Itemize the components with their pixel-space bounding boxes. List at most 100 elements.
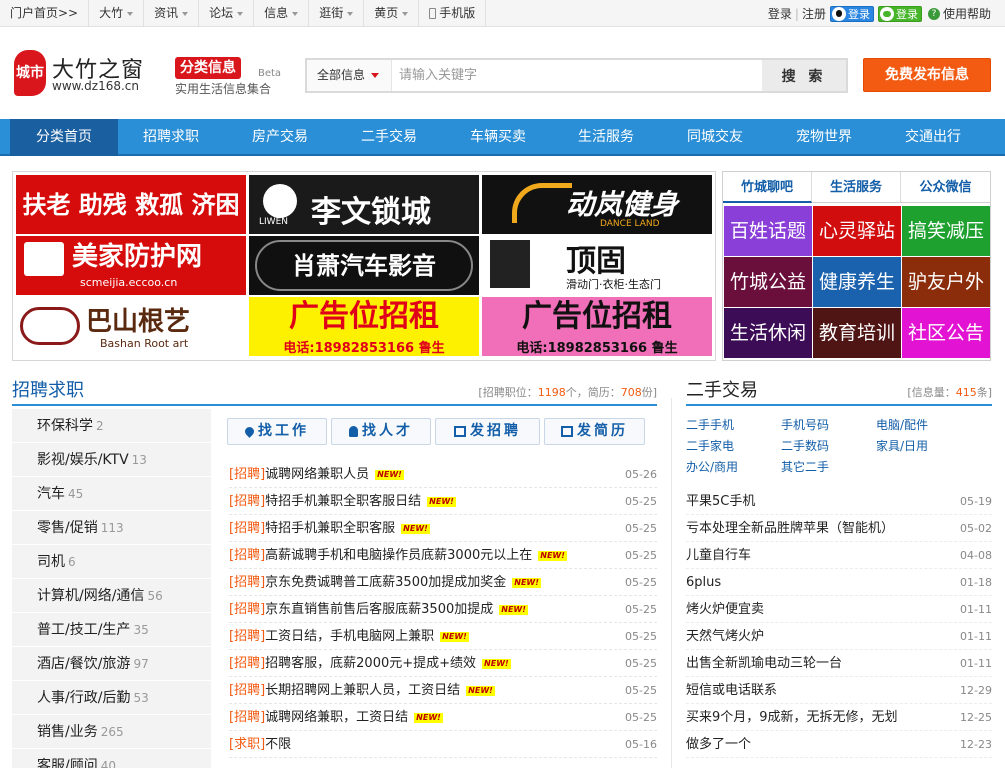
job-list-item[interactable]: [招聘]京东直销售前售后客服底薪3500加提成 NEW! 05-25 bbox=[229, 596, 657, 623]
secondhand-category-link[interactable]: 电脑/配件 bbox=[876, 416, 928, 433]
secondhand-category-link[interactable]: 其它二手 bbox=[781, 458, 829, 475]
job-list-item[interactable]: [招聘]诚聘网络兼职人员 NEW! 05-26 bbox=[229, 461, 657, 488]
post-job-button[interactable]: 发招聘 bbox=[435, 418, 540, 445]
ad-liwen-locks[interactable]: LIWEN 李文锁城 bbox=[249, 175, 479, 234]
ad-subtext: scmeijia.eccoo.cn bbox=[80, 276, 178, 289]
job-date: 05-25 bbox=[625, 684, 657, 697]
topnav-forum[interactable]: 论坛 bbox=[199, 0, 255, 27]
job-category[interactable]: 销售/业务 265 bbox=[12, 715, 211, 749]
help-link[interactable]: 使用帮助 bbox=[943, 5, 991, 22]
topnav-shopping[interactable]: 逛街 bbox=[309, 0, 365, 27]
nav-vehicles[interactable]: 车辆买卖 bbox=[444, 119, 552, 156]
job-category[interactable]: 计算机/网络/通信 56 bbox=[12, 579, 211, 613]
login-link[interactable]: 登录 bbox=[768, 5, 792, 22]
site-logo[interactable]: 城市 大竹之窗 www.dz168.cn bbox=[14, 50, 154, 98]
ad-text: 巴山根艺 bbox=[86, 307, 191, 337]
forum-funny[interactable]: 搞笑减压 bbox=[902, 206, 990, 256]
topnav-news[interactable]: 资讯 bbox=[144, 0, 200, 27]
forum-outdoor[interactable]: 驴友户外 bbox=[902, 257, 990, 307]
secondhand-category-link[interactable]: 家具/日用 bbox=[876, 437, 928, 454]
secondhand-list-item[interactable]: 亏本处理全新品胜牌苹果（智能机） 05-02 bbox=[686, 515, 992, 542]
job-list-item[interactable]: [招聘]诚聘网络兼职，工资日结 NEW! 05-25 bbox=[229, 704, 657, 731]
secondhand-category-link[interactable]: 二手手机 bbox=[686, 416, 734, 433]
secondhand-category-link[interactable]: 二手数码 bbox=[781, 437, 829, 454]
job-category[interactable]: 司机 6 bbox=[12, 545, 211, 579]
topnav-info[interactable]: 信息 bbox=[254, 0, 310, 27]
secondhand-list-item[interactable]: 出售全新凯瑜电动三轮一台 01-11 bbox=[686, 650, 992, 677]
ad-dance-land[interactable]: 动岚健身 DANCE LAND bbox=[482, 175, 712, 234]
secondhand-list-item[interactable]: 6plus 01-18 bbox=[686, 569, 992, 596]
nav-realestate[interactable]: 房产交易 bbox=[226, 119, 334, 156]
ad-charity[interactable]: 扶老 助残 救孤 济困 bbox=[16, 175, 246, 234]
post-resume-button[interactable]: 发简历 bbox=[544, 418, 645, 445]
nav-pets[interactable]: 宠物世界 bbox=[770, 119, 878, 156]
nav-dating[interactable]: 同城交友 bbox=[661, 119, 769, 156]
nav-jobs[interactable]: 招聘求职 bbox=[117, 119, 225, 156]
ad-bashan-root-art[interactable]: 巴山根艺 Bashan Root art bbox=[16, 297, 246, 356]
job-list-item[interactable]: [招聘]京东免费诚聘普工底薪3500加提成加奖金 NEW! 05-25 bbox=[229, 569, 657, 596]
register-link[interactable]: 注册 bbox=[802, 5, 826, 22]
tab-chat[interactable]: 竹城聊吧 bbox=[723, 172, 812, 203]
job-category[interactable]: 客服/顾问 40 bbox=[12, 749, 211, 768]
forum-health[interactable]: 健康养生 bbox=[813, 257, 901, 307]
secondhand-category-link[interactable]: 手机号码 bbox=[781, 416, 829, 433]
topnav-yellowpages[interactable]: 黄页 bbox=[364, 0, 420, 27]
find-job-button[interactable]: 找工作 bbox=[227, 418, 327, 445]
ad-rent-2[interactable]: 广告位招租 电话:18982853166 鲁生 bbox=[482, 297, 712, 356]
find-talent-button[interactable]: 找人才 bbox=[331, 418, 431, 445]
job-title: 长期招聘网上兼职人员，工资日结 bbox=[265, 683, 461, 698]
job-category[interactable]: 人事/行政/后勤 53 bbox=[12, 681, 211, 715]
job-category[interactable]: 汽车 45 bbox=[12, 477, 211, 511]
ad-dinggu[interactable]: 顶固 滑动门·衣柜·生态门 bbox=[482, 236, 712, 295]
secondhand-list-item[interactable]: 儿童自行车 04-08 bbox=[686, 542, 992, 569]
ad-xiaoxiao-audio[interactable]: 肖萧汽车影音 bbox=[249, 236, 479, 295]
nav-life-services[interactable]: 生活服务 bbox=[552, 119, 660, 156]
search-button[interactable]: 搜 索 bbox=[762, 60, 846, 91]
job-category[interactable]: 环保科学 2 bbox=[12, 409, 211, 443]
ad-meijia[interactable]: 美家防护网 scmeijia.eccoo.cn bbox=[16, 236, 246, 295]
nav-home[interactable]: 分类首页 bbox=[10, 119, 118, 156]
forum-soul[interactable]: 心灵驿站 bbox=[813, 206, 901, 256]
job-category[interactable]: 零售/促销 113 bbox=[12, 511, 211, 545]
job-category[interactable]: 普工/技工/生产 35 bbox=[12, 613, 211, 647]
jobs-section-title[interactable]: 招聘求职 bbox=[12, 376, 84, 406]
topnav-mobile[interactable]: 手机版 bbox=[419, 0, 487, 27]
qq-login-button[interactable]: 登录 bbox=[829, 5, 874, 22]
nav-transport[interactable]: 交通出行 bbox=[879, 119, 987, 156]
topnav-dazhu[interactable]: 大竹 bbox=[89, 0, 145, 27]
secondhand-list-item[interactable]: 平果5C手机 05-19 bbox=[686, 488, 992, 515]
job-category[interactable]: 影视/娱乐/KTV 13 bbox=[12, 443, 211, 477]
secondhand-list-item[interactable]: 买来9个月，9成新，无拆无修，无划 12-25 bbox=[686, 704, 992, 731]
forum-education[interactable]: 教育培训 bbox=[813, 308, 901, 358]
forum-leisure[interactable]: 生活休闲 bbox=[724, 308, 812, 358]
dance-land-logo-icon bbox=[512, 183, 572, 223]
forum-notice[interactable]: 社区公告 bbox=[902, 308, 990, 358]
secondhand-list-item[interactable]: 天然气烤火炉 01-11 bbox=[686, 623, 992, 650]
job-category[interactable]: 酒店/餐饮/旅游 97 bbox=[12, 647, 211, 681]
secondhand-list-item[interactable]: 做多了一个 12-23 bbox=[686, 731, 992, 758]
secondhand-category-link[interactable]: 办公/商用 bbox=[686, 458, 738, 475]
job-list-item[interactable]: [招聘]特招手机兼职全职客服日结 NEW! 05-25 bbox=[229, 488, 657, 515]
job-list-item[interactable]: [招聘]招聘客服，底薪2000元+提成+绩效 NEW! 05-25 bbox=[229, 650, 657, 677]
search-input[interactable] bbox=[393, 60, 763, 91]
secondhand-list-item[interactable]: 烤火炉便宜卖 01-11 bbox=[686, 596, 992, 623]
job-list-item[interactable]: [招聘]特招手机兼职全职客服 NEW! 05-25 bbox=[229, 515, 657, 542]
wechat-login-button[interactable]: 登录 bbox=[877, 5, 922, 22]
job-date: 05-25 bbox=[625, 495, 657, 508]
tab-life-services[interactable]: 生活服务 bbox=[812, 172, 901, 203]
secondhand-section-title[interactable]: 二手交易 bbox=[686, 376, 758, 406]
job-list-item[interactable]: [招聘]长期招聘网上兼职人员，工资日结 NEW! 05-25 bbox=[229, 677, 657, 704]
topnav-portal[interactable]: 门户首页>> bbox=[0, 0, 90, 27]
forum-topics[interactable]: 百姓话题 bbox=[724, 206, 812, 256]
publish-button[interactable]: 免费发布信息 bbox=[863, 58, 991, 92]
ad-rent-1[interactable]: 广告位招租 电话:18982853166 鲁生 bbox=[249, 297, 479, 356]
job-list-item[interactable]: [招聘]工资日结，手机电脑网上兼职 NEW! 05-25 bbox=[229, 623, 657, 650]
search-category-select[interactable]: 全部信息 bbox=[307, 60, 392, 91]
job-list-item[interactable]: [招聘]高薪诚聘手机和电脑操作员底薪3000元以上在 NEW! 05-25 bbox=[229, 542, 657, 569]
forum-charity[interactable]: 竹城公益 bbox=[724, 257, 812, 307]
tab-wechat[interactable]: 公众微信 bbox=[901, 172, 990, 203]
secondhand-list-item[interactable]: 短信或电话联系 12-29 bbox=[686, 677, 992, 704]
job-list-item[interactable]: [求职]不限 05-16 bbox=[229, 731, 657, 758]
secondhand-category-link[interactable]: 二手家电 bbox=[686, 437, 734, 454]
nav-secondhand[interactable]: 二手交易 bbox=[335, 119, 443, 156]
